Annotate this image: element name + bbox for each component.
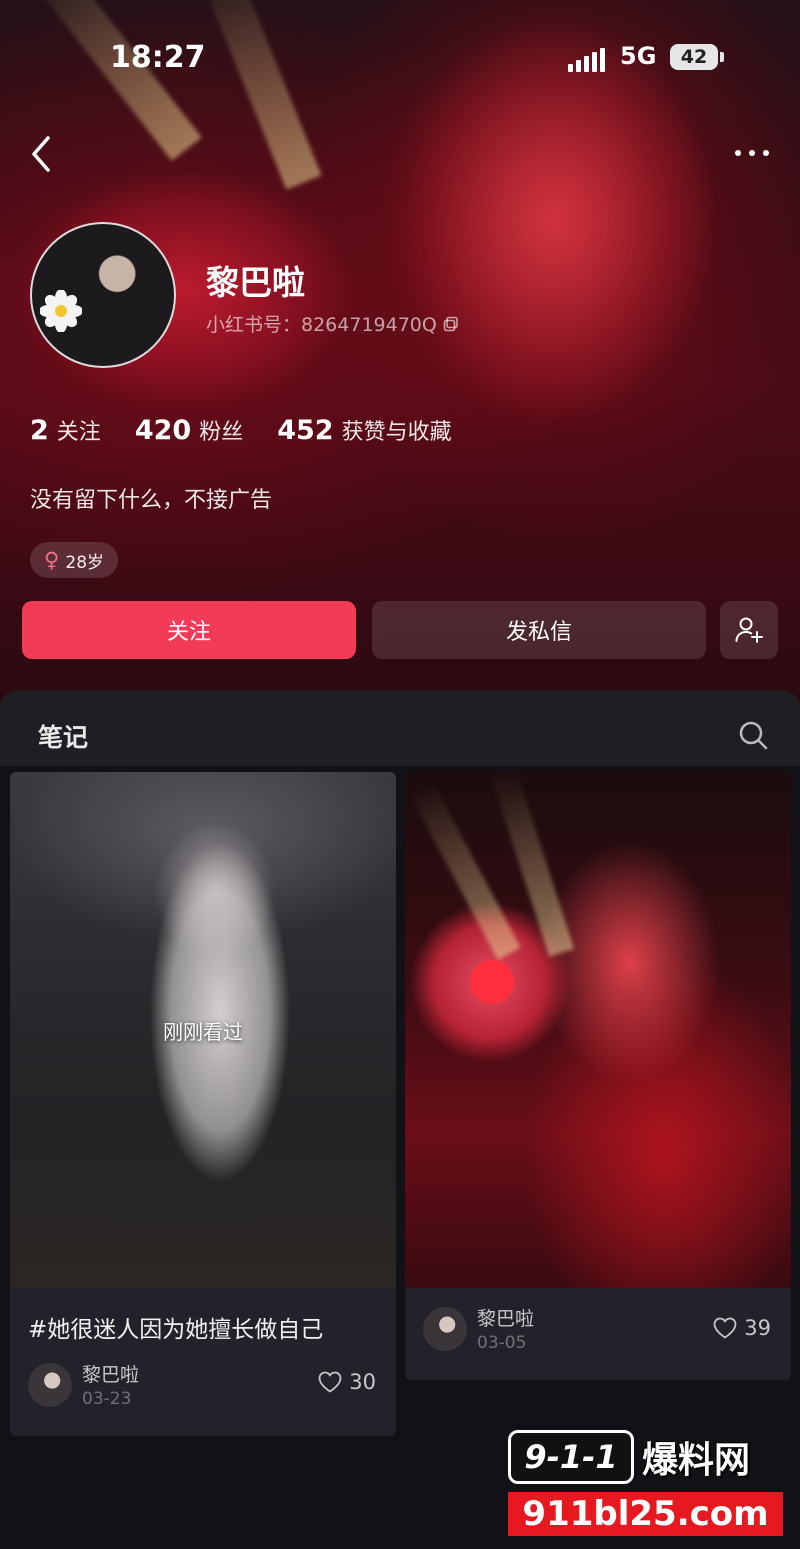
tab-notes[interactable]: 笔记 [38, 718, 88, 754]
status-time: 18:27 [110, 40, 206, 75]
note-date: 03-23 [82, 1389, 132, 1409]
heart-icon [713, 1317, 737, 1339]
like-count: 39 [744, 1316, 771, 1340]
watermark-logo: 9-1-1 [508, 1430, 634, 1484]
chevron-left-icon [32, 136, 50, 172]
note-card[interactable]: 黎巴啦 03-05 39 [405, 772, 791, 1380]
note-title: #她很迷人因为她擅长做自己 [28, 1317, 324, 1343]
note-author: 黎巴啦 03-05 [423, 1304, 534, 1353]
stat-label: 粉丝 [199, 420, 244, 445]
follow-button[interactable]: 关注 [22, 601, 356, 659]
stat-value: 2 [30, 415, 49, 446]
like-button[interactable]: 39 [712, 1316, 771, 1340]
notes-search-button[interactable] [736, 718, 770, 752]
add-user-icon [735, 617, 763, 643]
daisy-icon [40, 290, 82, 332]
female-icon: ♀ [44, 548, 60, 572]
light-beam [196, 0, 322, 190]
like-count: 30 [349, 1370, 376, 1394]
watermark: 9-1-1 爆料网 [508, 1430, 750, 1484]
gender-age-tag: ♀ 28岁 [30, 542, 119, 578]
profile-id[interactable]: 小红书号：8264719470Q [206, 310, 459, 337]
note-date: 03-05 [477, 1333, 527, 1353]
stat-following[interactable]: 2 关注 [30, 414, 101, 446]
more-dots-icon [735, 150, 769, 156]
note-card[interactable]: 刚刚看过 #她很迷人因为她擅长做自己 黎巴啦 03-23 30 [10, 772, 396, 1436]
battery-icon: 42 [670, 44, 718, 70]
stat-label: 获赞与收藏 [341, 420, 452, 445]
heart-icon [318, 1371, 342, 1393]
profile-bio: 没有留下什么，不接广告 [30, 488, 273, 513]
stat-value: 452 [277, 415, 334, 446]
avatar[interactable] [30, 222, 176, 368]
stat-followers[interactable]: 420 粉丝 [135, 414, 243, 446]
network-label: 5G [620, 42, 657, 70]
author-avatar [423, 1306, 467, 1351]
age-label: 28岁 [65, 552, 105, 573]
more-options-button[interactable] [730, 138, 774, 168]
back-button[interactable] [22, 132, 62, 176]
profile-stats: 2 关注 420 粉丝 452 获赞与收藏 [30, 414, 452, 446]
signal-icon [568, 48, 605, 72]
add-friend-button[interactable] [720, 601, 778, 659]
stat-likes-collections[interactable]: 452 获赞与收藏 [277, 414, 451, 446]
author-name: 黎巴啦 [82, 1364, 140, 1386]
watermark-name: 爆料网 [642, 1440, 751, 1481]
recently-viewed-label: 刚刚看过 [163, 1020, 243, 1044]
watermark-url: 911bl25.com [508, 1492, 783, 1536]
author-name: 黎巴啦 [477, 1308, 535, 1330]
author-avatar [28, 1362, 72, 1407]
like-button[interactable]: 30 [317, 1370, 376, 1394]
profile-id-text: 小红书号：8264719470Q [206, 314, 437, 336]
profile-name: 黎巴啦 [206, 263, 305, 302]
stat-value: 420 [134, 415, 192, 446]
status-bar: 18:27 5G 42 [0, 40, 800, 80]
copy-icon[interactable] [443, 316, 459, 332]
search-icon [739, 721, 768, 750]
battery-tip [720, 52, 724, 62]
note-author: 黎巴啦 03-23 [28, 1360, 139, 1409]
note-cover-image [405, 772, 791, 1288]
message-button[interactable]: 发私信 [372, 601, 706, 659]
flower-center [470, 960, 514, 1004]
stat-label: 关注 [56, 420, 101, 445]
